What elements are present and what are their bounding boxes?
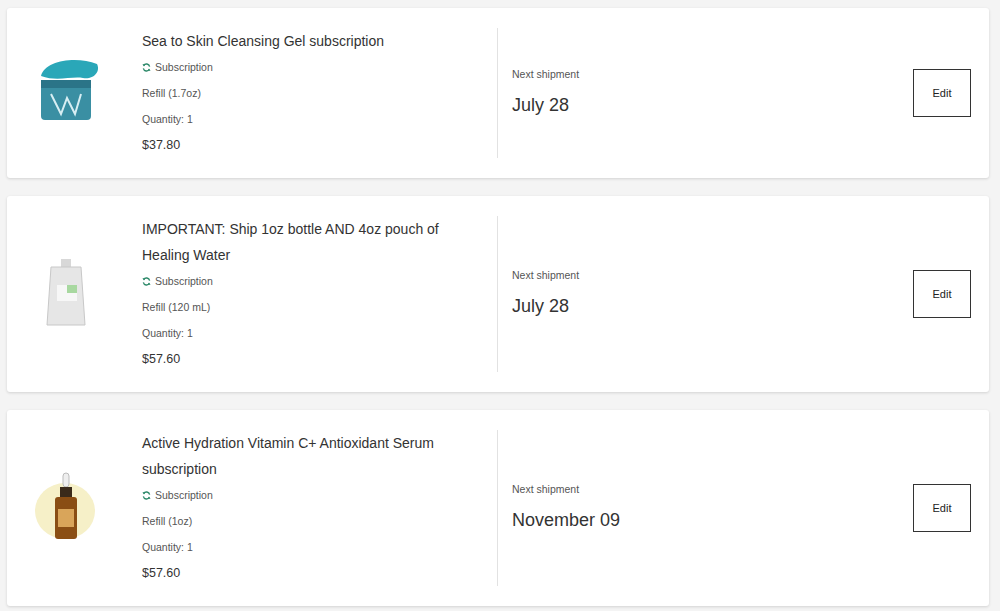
next-shipment-date: July 28 xyxy=(512,92,579,119)
shipment-section: Next shipment July 28 Edit xyxy=(497,216,971,372)
product-title: IMPORTANT: Ship 1oz bottle AND 4oz pouch… xyxy=(142,216,487,268)
subscription-badge: Subscription xyxy=(142,482,487,508)
next-shipment-date: November 09 xyxy=(512,507,620,534)
subscription-label: Subscription xyxy=(155,61,213,73)
refresh-icon xyxy=(142,277,151,286)
product-image xyxy=(27,28,105,158)
product-title: Active Hydration Vitamin C+ Antioxidant … xyxy=(142,430,487,482)
quantity: Quantity: 1 xyxy=(142,320,487,346)
variant: Refill (1.7oz) xyxy=(142,80,487,106)
product-icon xyxy=(27,255,105,333)
next-shipment-label: Next shipment xyxy=(512,67,579,83)
price: $37.80 xyxy=(142,132,487,158)
variant: Refill (1oz) xyxy=(142,508,487,534)
subscription-badge: Subscription xyxy=(142,54,487,80)
quantity: Quantity: 1 xyxy=(142,106,487,132)
product-info: IMPORTANT: Ship 1oz bottle AND 4oz pouch… xyxy=(142,216,497,372)
product-image xyxy=(27,430,105,586)
product-title: Sea to Skin Cleansing Gel subscription xyxy=(142,28,487,54)
edit-button[interactable]: Edit xyxy=(913,270,971,318)
next-shipment: Next shipment July 28 xyxy=(512,268,579,321)
subscription-card: Active Hydration Vitamin C+ Antioxidant … xyxy=(7,410,989,606)
next-shipment: Next shipment July 28 xyxy=(512,67,579,120)
edit-button[interactable]: Edit xyxy=(913,69,971,117)
refresh-icon xyxy=(142,63,151,72)
product-icon xyxy=(27,469,105,547)
refresh-icon xyxy=(142,491,151,500)
price: $57.60 xyxy=(142,346,487,372)
subscription-label: Subscription xyxy=(155,489,213,501)
product-image xyxy=(27,216,105,372)
product-icon xyxy=(27,54,105,132)
next-shipment-label: Next shipment xyxy=(512,268,579,284)
next-shipment: Next shipment November 09 xyxy=(512,482,620,535)
variant: Refill (120 mL) xyxy=(142,294,487,320)
edit-button[interactable]: Edit xyxy=(913,484,971,532)
product-info: Sea to Skin Cleansing Gel subscription Su… xyxy=(142,28,497,158)
price: $57.60 xyxy=(142,560,487,586)
subscription-label: Subscription xyxy=(155,275,213,287)
next-shipment-label: Next shipment xyxy=(512,482,620,498)
subscription-badge: Subscription xyxy=(142,268,487,294)
subscription-card: IMPORTANT: Ship 1oz bottle AND 4oz pouch… xyxy=(7,196,989,392)
shipment-section: Next shipment November 09 Edit xyxy=(497,430,971,586)
product-info: Active Hydration Vitamin C+ Antioxidant … xyxy=(142,430,497,586)
subscription-list: Sea to Skin Cleansing Gel subscription Su… xyxy=(0,0,1000,606)
subscription-card: Sea to Skin Cleansing Gel subscription Su… xyxy=(7,8,989,178)
shipment-section: Next shipment July 28 Edit xyxy=(497,28,971,158)
quantity: Quantity: 1 xyxy=(142,534,487,560)
next-shipment-date: July 28 xyxy=(512,293,579,320)
